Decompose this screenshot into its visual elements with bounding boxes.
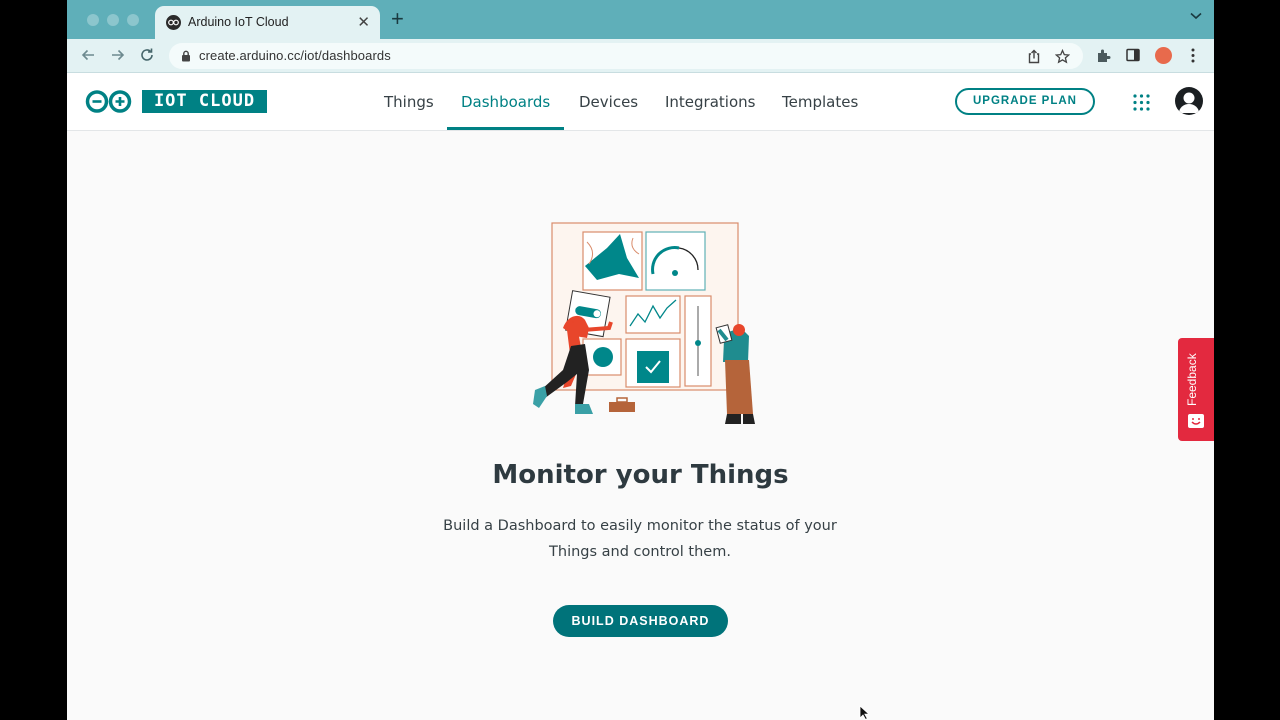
maximize-window-icon[interactable] xyxy=(127,14,139,26)
browser-tab[interactable]: Arduino IoT Cloud ✕ xyxy=(155,6,380,39)
user-avatar[interactable] xyxy=(1175,87,1203,115)
back-icon[interactable] xyxy=(80,47,96,63)
iot-cloud-logo[interactable]: IOT CLOUD xyxy=(142,90,267,113)
lock-icon xyxy=(182,50,190,62)
browser-profile-icon[interactable] xyxy=(1155,47,1172,64)
nav-dashboards[interactable]: Dashboards xyxy=(461,93,550,111)
side-panel-icon[interactable] xyxy=(1126,48,1140,62)
active-nav-indicator xyxy=(447,127,564,130)
minimize-window-icon[interactable] xyxy=(107,14,119,26)
browser-toolbar: create.arduino.cc/iot/dashboards xyxy=(67,39,1214,73)
new-tab-icon[interactable]: + xyxy=(391,8,404,30)
share-icon[interactable] xyxy=(1027,49,1041,64)
build-dashboard-button[interactable]: BUILD DASHBOARD xyxy=(553,605,728,637)
empty-state-description: Build a Dashboard to easily monitor the … xyxy=(443,518,837,560)
close-window-icon[interactable] xyxy=(87,14,99,26)
upgrade-plan-button[interactable]: UPGRADE PLAN xyxy=(955,88,1095,115)
mouse-cursor-icon xyxy=(859,705,870,720)
bookmark-star-icon[interactable] xyxy=(1055,49,1070,64)
nav-templates[interactable]: Templates xyxy=(782,93,858,111)
feedback-face-icon xyxy=(1188,414,1204,428)
nav-things[interactable]: Things xyxy=(384,93,434,111)
url-text: create.arduino.cc/iot/dashboards xyxy=(199,48,391,63)
tab-strip: Arduino IoT Cloud ✕ + xyxy=(67,0,1214,39)
forward-icon[interactable] xyxy=(110,47,126,63)
reload-icon[interactable] xyxy=(139,47,155,63)
arduino-favicon-icon xyxy=(166,15,181,30)
feedback-label: Feedback xyxy=(1185,353,1199,406)
browser-menu-icon[interactable] xyxy=(1191,48,1195,63)
apps-grid-icon[interactable] xyxy=(1133,94,1150,111)
empty-state-title: Monitor your Things xyxy=(492,460,789,490)
address-bar[interactable]: create.arduino.cc/iot/dashboards xyxy=(169,43,1083,69)
tab-title: Arduino IoT Cloud xyxy=(188,15,289,29)
screen: Arduino IoT Cloud ✕ + create.arduino.cc/… xyxy=(0,0,1280,720)
dashboard-illustration xyxy=(533,222,755,424)
close-tab-icon[interactable]: ✕ xyxy=(357,13,370,31)
feedback-tab[interactable]: Feedback xyxy=(1178,338,1214,441)
nav-devices[interactable]: Devices xyxy=(579,93,638,111)
extensions-puzzle-icon[interactable] xyxy=(1096,48,1111,63)
tab-search-chevron-icon[interactable] xyxy=(1190,12,1202,20)
browser-window: Arduino IoT Cloud ✕ + create.arduino.cc/… xyxy=(67,0,1214,720)
nav-integrations[interactable]: Integrations xyxy=(665,93,755,111)
arduino-logo-icon[interactable] xyxy=(85,90,133,113)
app-header: IOT CLOUD Things Dashboards Devices Inte… xyxy=(67,73,1214,131)
